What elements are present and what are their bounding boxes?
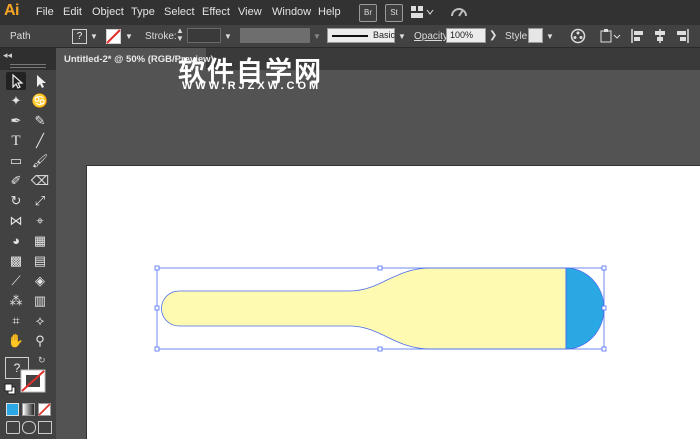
resize-handle-bottom-right[interactable]	[601, 346, 607, 352]
resize-handle-top-right[interactable]	[601, 265, 607, 271]
resize-handle-bottom-left[interactable]	[154, 346, 160, 352]
resize-handle-middle-left[interactable]	[154, 305, 160, 311]
resize-handle-top-left[interactable]	[154, 265, 160, 271]
resize-handle-top-middle[interactable]	[377, 265, 383, 271]
canvas-artwork	[154, 265, 607, 352]
resize-handle-bottom-middle[interactable]	[377, 346, 383, 352]
blue-cap-shape[interactable]	[565, 267, 605, 350]
yellow-shape[interactable]	[161, 267, 567, 350]
resize-handle-middle-right[interactable]	[601, 305, 607, 311]
